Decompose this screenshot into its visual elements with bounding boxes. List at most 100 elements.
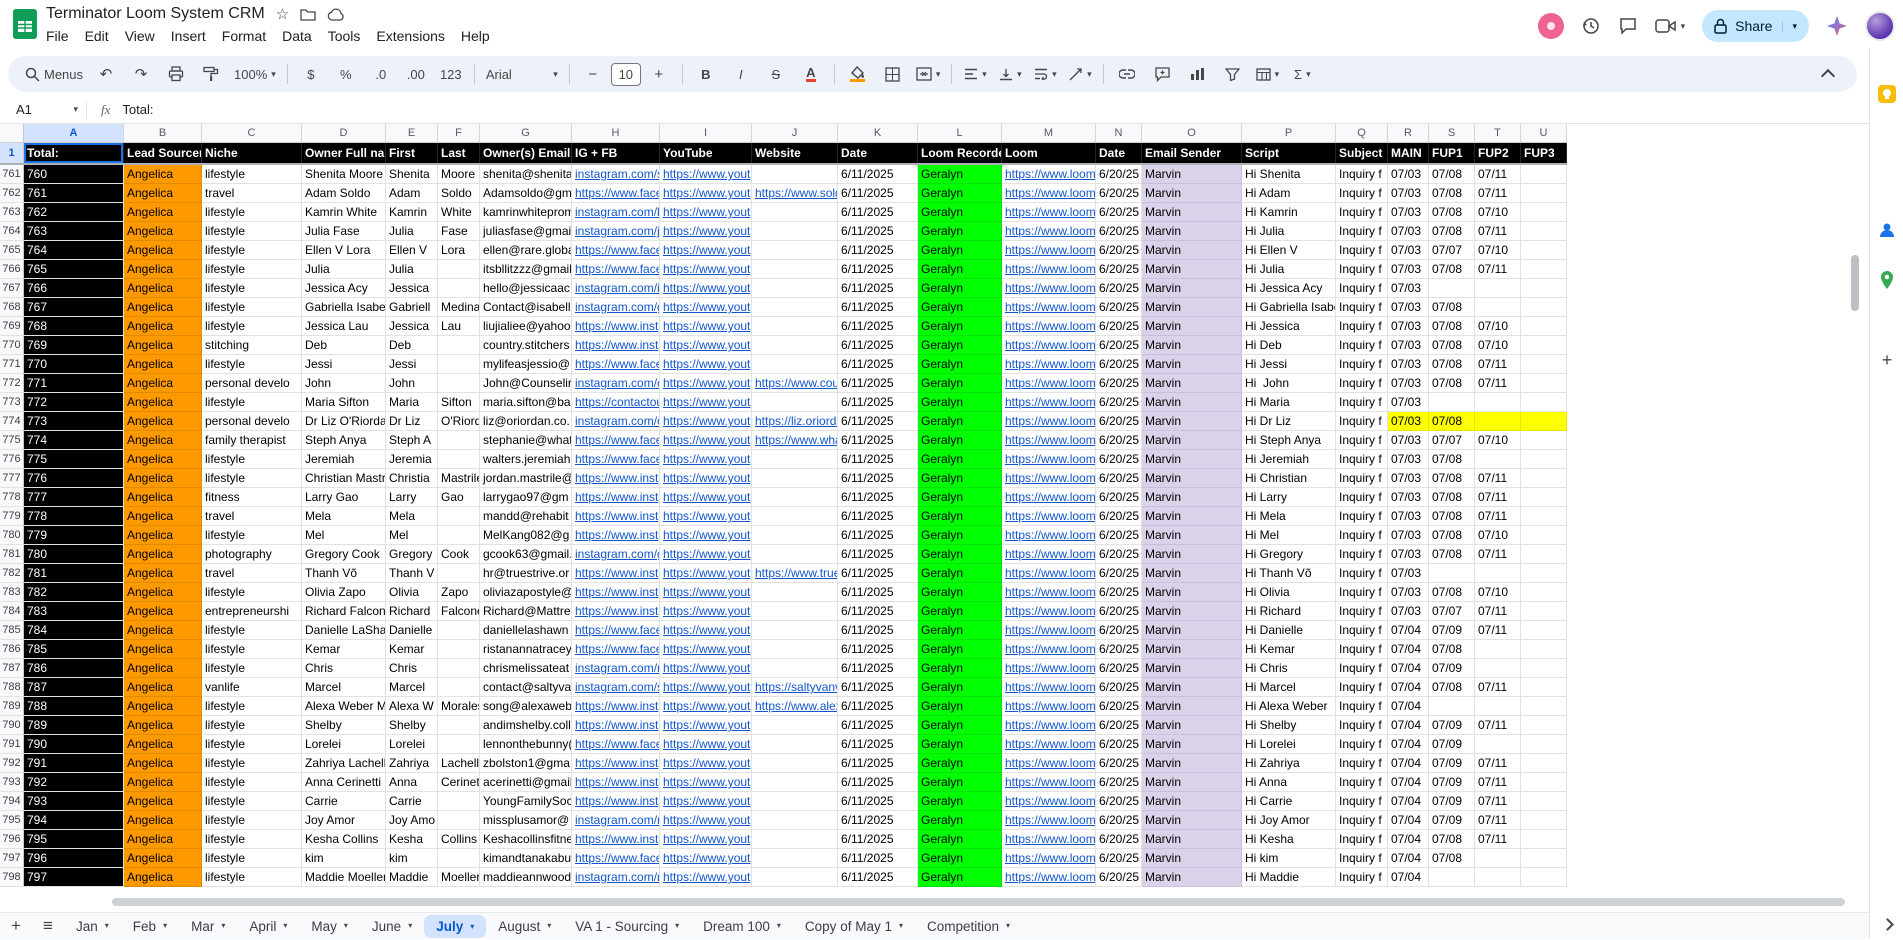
grid-cell[interactable]: https://www.inst	[572, 317, 660, 336]
grid-cell[interactable]: Geralyn	[918, 507, 1002, 526]
grid-cell[interactable]: 07/03	[1388, 564, 1429, 583]
grid-cell[interactable]: 07/09	[1429, 621, 1475, 640]
sheet-tab-august[interactable]: August ▾	[486, 913, 563, 940]
grid-cell[interactable]: Inquiry f	[1336, 621, 1388, 640]
grid-cell[interactable]: Geralyn	[918, 279, 1002, 298]
grid-cell[interactable]: 07/10	[1475, 431, 1521, 450]
grid-cell[interactable]: https://www.inst	[572, 792, 660, 811]
grid-cell[interactable]	[438, 260, 480, 279]
grid-cell[interactable]: 6/20/25	[1096, 640, 1142, 659]
grid-cell[interactable]: Geralyn	[918, 355, 1002, 374]
grid-cell[interactable]: Hi Gabriella Isabel	[1242, 298, 1336, 317]
grid-cell[interactable]: Inquiry f	[1336, 222, 1388, 241]
grid-cell[interactable]: lifestyle	[202, 450, 302, 469]
grid-cell[interactable]: Email Sender	[1142, 143, 1242, 163]
grid-cell[interactable]	[1521, 507, 1567, 526]
grid-cell[interactable]: itsbllitzzz@gmail.	[480, 260, 572, 279]
column-header-D[interactable]: D	[302, 124, 386, 143]
grid-cell[interactable]: hello@jessicaac	[480, 279, 572, 298]
grid-cell[interactable]: Angelica	[124, 184, 202, 203]
grid-cell[interactable]: Angelica	[124, 507, 202, 526]
grid-cell[interactable]: juliasfase@gmai	[480, 222, 572, 241]
grid-cell[interactable]: https://www.loom	[1002, 165, 1096, 184]
grid-cell[interactable]: lifestyle	[202, 640, 302, 659]
grid-cell[interactable]: https://saltyvanv	[752, 678, 838, 697]
grid-cell[interactable]	[1521, 355, 1567, 374]
grid-cell[interactable]: Script	[1242, 143, 1336, 163]
grid-cell[interactable]: Julia	[386, 260, 438, 279]
grid-cell[interactable]: 6/20/25	[1096, 165, 1142, 184]
grid-cell[interactable]	[1475, 849, 1521, 868]
grid-cell[interactable]: 6/20/25	[1096, 279, 1142, 298]
row-header[interactable]: 783	[0, 583, 24, 602]
grid-cell[interactable]: 07/08	[1429, 488, 1475, 507]
grid-cell[interactable]: Geralyn	[918, 659, 1002, 678]
grid-cell[interactable]: Angelica	[124, 260, 202, 279]
grid-cell[interactable]: Maddie	[386, 868, 438, 887]
grid-cell[interactable]: Marvin	[1142, 412, 1242, 431]
grid-cell[interactable]: Marvin	[1142, 811, 1242, 830]
grid-cell[interactable]: contact@saltyva	[480, 678, 572, 697]
grid-cell[interactable]: Lorelei	[302, 735, 386, 754]
grid-cell[interactable]: Moeller	[438, 868, 480, 887]
grid-cell[interactable]: Hi Gregory	[1242, 545, 1336, 564]
grid-cell[interactable]: Hi John	[1242, 374, 1336, 393]
grid-cell[interactable]: Larry	[386, 488, 438, 507]
grid-cell[interactable]: 763	[24, 222, 124, 241]
grid-cell[interactable]	[438, 621, 480, 640]
grid-cell[interactable]: 6/11/2025	[838, 792, 918, 811]
grid-cell[interactable]: Geralyn	[918, 773, 1002, 792]
grid-cell[interactable]: Deb	[386, 336, 438, 355]
grid-cell[interactable]: 07/03	[1388, 241, 1429, 260]
grid-cell[interactable]: Cerinett	[438, 773, 480, 792]
grid-cell[interactable]: Geralyn	[918, 545, 1002, 564]
grid-cell[interactable]: lifestyle	[202, 355, 302, 374]
grid-cell[interactable]: Inquiry f	[1336, 393, 1388, 412]
grid-cell[interactable]: https://www.inst	[572, 773, 660, 792]
grid-cell[interactable]: John@Counselir	[480, 374, 572, 393]
chevron-down-icon[interactable]: ▾	[344, 922, 348, 930]
grid-cell[interactable]: 6/20/25	[1096, 336, 1142, 355]
grid-cell[interactable]: https://www.inst	[572, 602, 660, 621]
grid-cell[interactable]: 785	[24, 640, 124, 659]
grid-cell[interactable]: Inquiry f	[1336, 412, 1388, 431]
account-avatar[interactable]	[1865, 11, 1895, 41]
grid-cell[interactable]: https://www.loom	[1002, 260, 1096, 279]
grid-cell[interactable]	[1521, 412, 1567, 431]
grid-cell[interactable]: Marvin	[1142, 545, 1242, 564]
grid-cell[interactable]: 07/03	[1388, 165, 1429, 184]
grid-cell[interactable]: 07/03	[1388, 469, 1429, 488]
grid-cell[interactable]: 07/04	[1388, 811, 1429, 830]
grid-cell[interactable]: instagram.com/it	[572, 279, 660, 298]
grid-cell[interactable]	[752, 811, 838, 830]
grid-cell[interactable]: Angelica	[124, 469, 202, 488]
grid-cell[interactable]	[1521, 564, 1567, 583]
grid-cell[interactable]: Geralyn	[918, 374, 1002, 393]
grid-cell[interactable]: 07/03	[1388, 488, 1429, 507]
grid-cell[interactable]: Jeremia	[386, 450, 438, 469]
grid-cell[interactable]: Marvin	[1142, 640, 1242, 659]
grid-cell[interactable]: Marcel	[386, 678, 438, 697]
grid-cell[interactable]: ristanannatracey	[480, 640, 572, 659]
grid-cell[interactable]: 761	[24, 184, 124, 203]
grid-cell[interactable]: Geralyn	[918, 830, 1002, 849]
grid-cell[interactable]: 775	[24, 450, 124, 469]
grid-cell[interactable]: 07/10	[1475, 317, 1521, 336]
column-header-G[interactable]: G	[480, 124, 572, 143]
grid-cell[interactable]: Gabriell	[386, 298, 438, 317]
grid-cell[interactable]	[752, 241, 838, 260]
menu-file[interactable]: File	[38, 25, 77, 47]
grid-cell[interactable]	[1475, 412, 1521, 431]
grid-cell[interactable]: 6/11/2025	[838, 336, 918, 355]
grid-cell[interactable]: Keshacollinsfitne	[480, 830, 572, 849]
grid-cell[interactable]: Soldo	[438, 184, 480, 203]
grid-cell[interactable]: Maddie Moeller	[302, 868, 386, 887]
row-header[interactable]: 765	[0, 241, 24, 260]
grid-cell[interactable]: photography	[202, 545, 302, 564]
grid-cell[interactable]: 07/03	[1388, 393, 1429, 412]
grid-cell[interactable]: 6/11/2025	[838, 393, 918, 412]
grid-cell[interactable]: lifestyle	[202, 773, 302, 792]
grid-cell[interactable]: Loom	[1002, 143, 1096, 163]
grid-cell[interactable]: Mel	[302, 526, 386, 545]
all-sheets-button[interactable]: ≡	[32, 916, 64, 936]
